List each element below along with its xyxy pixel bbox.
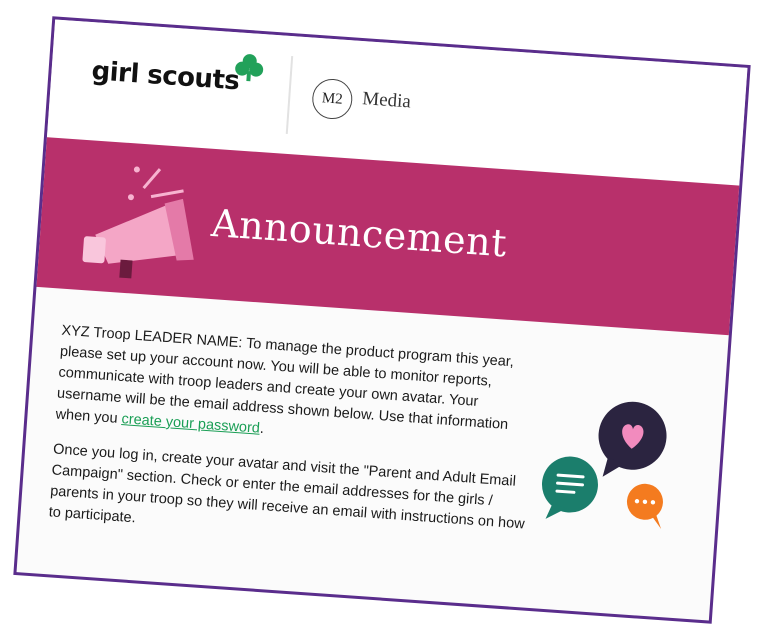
logo-divider <box>285 56 294 134</box>
clover-icon <box>235 54 264 82</box>
paragraph-2: Once you log in, create your avatar and … <box>48 441 526 533</box>
message-body: XYZ Troop LEADER NAME: To manage the pro… <box>47 321 541 571</box>
chat-bubbles-icon <box>541 401 667 529</box>
email-card: girl scouts M2 Media Announcement XYZ Tr… <box>13 16 751 624</box>
girl-scouts-logo: girl scouts <box>90 56 241 97</box>
banner-title: Announcement <box>209 200 509 266</box>
megaphone-icon <box>82 166 194 279</box>
m2-logo-mark: M2 <box>310 77 354 121</box>
m2-media-name: Media <box>361 88 412 113</box>
create-password-link[interactable]: create your password <box>121 411 260 437</box>
paragraph-1: XYZ Troop LEADER NAME: To manage the pro… <box>55 322 515 438</box>
